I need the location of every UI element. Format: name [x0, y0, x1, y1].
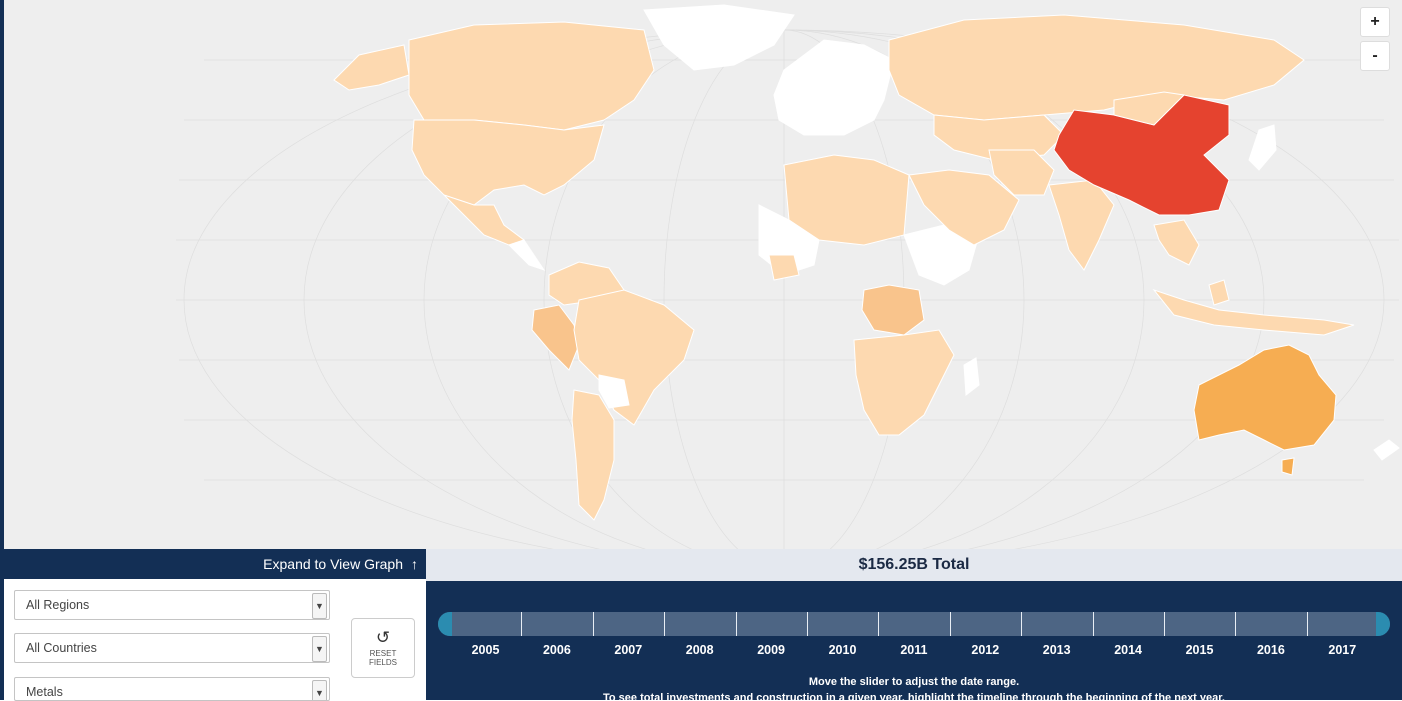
reset-fields-button[interactable]: ↺ RESET FIELDS: [351, 618, 415, 678]
southeast-asia-shape[interactable]: [1153, 219, 1200, 266]
indonesia-shape[interactable]: [1152, 288, 1355, 336]
reset-label-line1: RESET: [369, 649, 397, 658]
countries-select-value: All Countries: [26, 641, 97, 655]
ghana-shape[interactable]: [768, 254, 800, 281]
alaska-shape[interactable]: [333, 44, 410, 91]
argentina-chile-shape[interactable]: [571, 389, 615, 521]
timeline-tick: [592, 612, 594, 636]
timeline-tick: [878, 612, 880, 636]
year-label-2006: 2006: [542, 643, 571, 657]
total-value: $156.25B Total: [858, 556, 970, 573]
slider-end-handle[interactable]: [1376, 612, 1390, 636]
reset-icon: ↺: [375, 628, 391, 647]
filter-panel: Expand to View Graph ↑ All Regions ▼ All…: [0, 549, 426, 701]
southern-africa-shape[interactable]: [853, 329, 955, 436]
countries[interactable]: [333, 4, 1400, 521]
timeline-track[interactable]: [438, 612, 1390, 636]
year-label-2016: 2016: [1256, 643, 1285, 657]
regions-select[interactable]: All Regions ▼: [14, 590, 330, 620]
chevron-down-icon: ▼: [312, 680, 327, 700]
philippines-shape[interactable]: [1208, 279, 1230, 306]
regions-select-value: All Regions: [26, 598, 90, 612]
madagascar-shape[interactable]: [963, 357, 980, 396]
slider-instruction: Move the slider to adjust the date range…: [808, 676, 1020, 688]
timeline-tick: [1235, 612, 1237, 636]
map-canvas[interactable]: [4, 0, 1402, 549]
timeline-slider-panel: 2005 2006 2007 2008 2009 2010 2011 2012 2013 2014…: [426, 581, 1402, 700]
year-label-2007: 2007: [614, 643, 643, 657]
year-label-2010: 2010: [828, 643, 857, 657]
dr-congo-shape[interactable]: [861, 284, 925, 336]
year-label-2014: 2014: [1114, 643, 1142, 657]
russia-shape[interactable]: [888, 14, 1305, 121]
year-label-2009: 2009: [757, 643, 785, 657]
timeline-tick: [807, 612, 808, 636]
timeline-tick: [521, 612, 523, 636]
chevron-down-icon: ▼: [312, 593, 327, 619]
world-map[interactable]: + -: [0, 0, 1402, 549]
usa-shape[interactable]: [411, 119, 605, 206]
timeline-tick: [735, 612, 737, 636]
slider-start-handle[interactable]: [438, 612, 452, 636]
timeline-tick: [949, 612, 951, 636]
expand-label: Expand to View Graph: [263, 556, 403, 572]
canada-shape[interactable]: [408, 21, 655, 131]
year-label-2011: 2011: [900, 643, 928, 657]
countries-select[interactable]: All Countries ▼: [14, 633, 330, 663]
year-label-2005: 2005: [471, 643, 500, 657]
sector-select-value: Metals: [26, 685, 63, 699]
expand-graph-button[interactable]: Expand to View Graph ↑: [4, 549, 426, 579]
year-label-2012: 2012: [971, 643, 1000, 657]
year-label-2008: 2008: [685, 643, 714, 657]
arrow-up-icon: ↑: [411, 556, 418, 572]
timeline-tick: [1092, 612, 1094, 636]
total-summary: $156.25B Total: [426, 549, 1402, 581]
sector-select[interactable]: Metals ▼: [14, 677, 330, 701]
chevron-down-icon: ▼: [312, 636, 327, 662]
year-label-2017: 2017: [1328, 643, 1357, 657]
timeline-tick: [1164, 612, 1165, 636]
timeline-tick: [1021, 612, 1023, 636]
europe-shape[interactable]: [773, 39, 895, 136]
timeline-tick: [1306, 612, 1308, 636]
timeline-instruction: To see total investments and constructio…: [603, 692, 1225, 700]
australia-shape[interactable]: [1193, 344, 1337, 451]
timeline-tick: [664, 612, 666, 636]
mexico-shape[interactable]: [443, 194, 526, 246]
new-zealand-shape[interactable]: [1373, 439, 1400, 461]
central-america-shape[interactable]: [508, 239, 546, 271]
tasmania-shape[interactable]: [1281, 457, 1295, 476]
zoom-in-button[interactable]: +: [1360, 7, 1390, 37]
reset-label-line2: FIELDS: [368, 658, 397, 667]
zoom-out-button[interactable]: -: [1360, 41, 1390, 71]
year-label-2013: 2013: [1042, 643, 1071, 657]
year-label-2015: 2015: [1185, 643, 1214, 657]
india-shape[interactable]: [1048, 179, 1115, 271]
